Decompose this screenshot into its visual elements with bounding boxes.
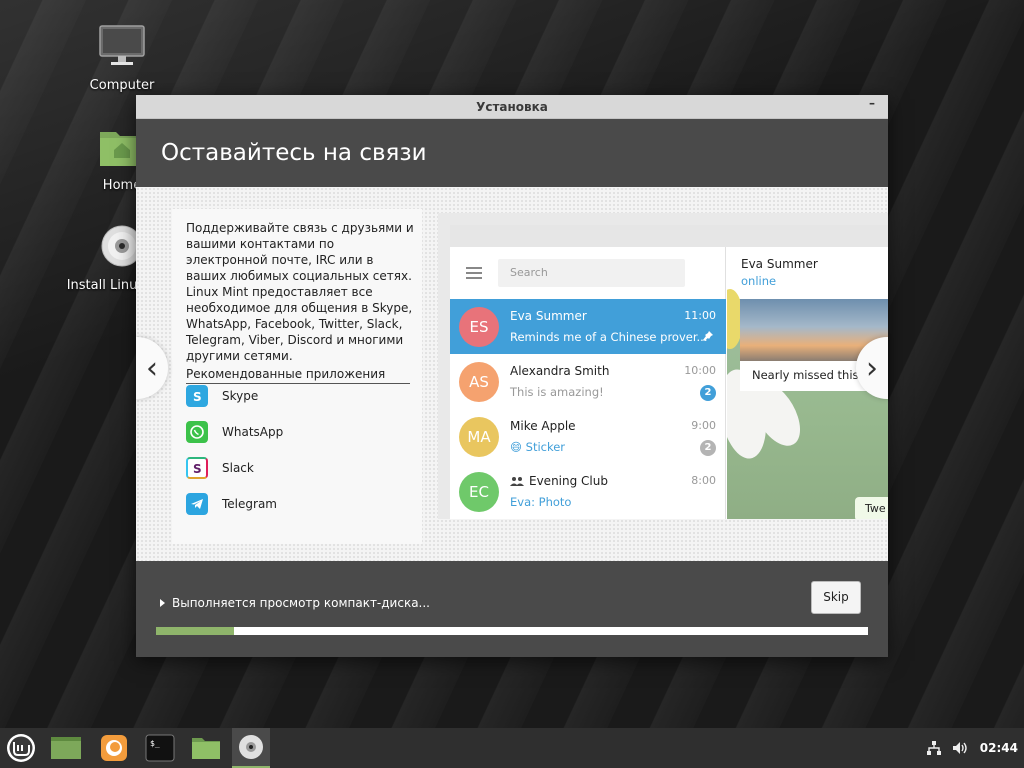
chat-item: AS Alexandra Smith 10:00 This is amazing… bbox=[450, 354, 726, 409]
clock[interactable]: 02:44 bbox=[980, 741, 1018, 755]
info-panel: Поддерживайте связь с друзьями и вашими … bbox=[172, 209, 422, 544]
firefox-icon bbox=[101, 735, 127, 761]
contact-name: Eva Summer bbox=[741, 257, 818, 271]
telegram-chat-list: Search ES Eva Summer 11:00 Reminds me of… bbox=[450, 247, 726, 519]
chat-name: Evening Club bbox=[510, 474, 608, 488]
chat-name-text: Evening Club bbox=[529, 474, 608, 488]
taskbar-files[interactable] bbox=[187, 728, 225, 768]
avatar: MA bbox=[459, 417, 499, 457]
skype-icon: S bbox=[186, 385, 208, 407]
avatar: EC bbox=[459, 472, 499, 512]
chat-time: 9:00 bbox=[691, 419, 716, 432]
taskbar-firefox[interactable] bbox=[95, 728, 133, 768]
previous-slide-button[interactable]: ‹ bbox=[136, 337, 168, 399]
folder-icon bbox=[192, 738, 220, 759]
slide-header: Оставайтесь на связи bbox=[136, 119, 888, 187]
skip-button[interactable]: Skip bbox=[811, 581, 861, 614]
chat-time: 10:00 bbox=[684, 364, 716, 377]
app-item-skype: S Skype bbox=[186, 384, 258, 408]
chat-time: 8:00 bbox=[691, 474, 716, 487]
app-item-slack: S Slack bbox=[186, 456, 254, 480]
telegram-icon bbox=[186, 493, 208, 515]
mint-logo-icon bbox=[7, 734, 35, 762]
progress-bar bbox=[156, 627, 868, 635]
taskbar-show-desktop[interactable] bbox=[46, 728, 86, 768]
app-item-telegram: Telegram bbox=[186, 492, 277, 516]
app-label: Telegram bbox=[222, 497, 277, 511]
avatar: AS bbox=[459, 362, 499, 402]
recommended-apps-title: Рекомендованные приложения bbox=[186, 367, 410, 384]
svg-text:$_: $_ bbox=[150, 739, 160, 748]
chat-name: Eva Summer bbox=[510, 309, 587, 323]
chat-message: Reminds me of a Chinese prover... bbox=[510, 330, 708, 344]
avatar: ES bbox=[459, 307, 499, 347]
chat-message: This is amazing! bbox=[510, 385, 604, 399]
taskbar-terminal[interactable]: $_ bbox=[141, 728, 179, 768]
app-label: WhatsApp bbox=[222, 425, 284, 439]
chat-item: ES Eva Summer 11:00 Reminds me of a Chin… bbox=[450, 299, 726, 354]
terminal-icon: $_ bbox=[145, 734, 175, 762]
svg-text:S: S bbox=[193, 462, 202, 475]
hamburger-menu-icon bbox=[466, 267, 482, 282]
installer-window: Установка – Оставайтесь на связи Поддерж… bbox=[136, 95, 888, 657]
desktop-icon-label: Computer bbox=[89, 78, 155, 93]
message-bubble: Twe bbox=[855, 497, 888, 519]
desktop-icon-computer[interactable]: Computer bbox=[72, 24, 172, 93]
telegram-titlebar bbox=[450, 225, 888, 247]
telegram-screenshot: Search ES Eva Summer 11:00 Reminds me of… bbox=[438, 213, 888, 519]
minimize-button[interactable]: – bbox=[864, 97, 880, 113]
app-label: Skype bbox=[222, 389, 259, 403]
show-desktop-icon bbox=[51, 737, 81, 759]
group-icon bbox=[510, 477, 524, 486]
chat-name: Alexandra Smith bbox=[510, 364, 610, 378]
app-label: Slack bbox=[222, 461, 254, 475]
unread-badge: 2 bbox=[700, 440, 716, 456]
volume-icon[interactable] bbox=[952, 740, 968, 756]
chevron-right-icon: › bbox=[866, 350, 878, 386]
whatsapp-icon bbox=[186, 421, 208, 443]
slack-icon: S bbox=[186, 457, 208, 479]
chat-item: EC Evening Club 8:00 Eva: Photo bbox=[450, 464, 726, 519]
disc-icon bbox=[239, 735, 263, 759]
taskbar: $_ 02:44 bbox=[0, 728, 1024, 768]
svg-text:S: S bbox=[193, 390, 202, 403]
title-bar[interactable]: Установка – bbox=[136, 95, 888, 119]
telegram-search: Search bbox=[498, 259, 685, 287]
conversation-header: Eva Summer online bbox=[727, 247, 888, 299]
unread-badge: 2 bbox=[700, 385, 716, 401]
slide-description: Поддерживайте связь с друзьями и вашими … bbox=[186, 221, 414, 363]
chat-item: MA Mike Apple 9:00 😄 Sticker 2 bbox=[450, 409, 726, 464]
status-expander[interactable]: Выполняется просмотр компакт-диска... bbox=[160, 596, 430, 610]
system-tray: 02:44 bbox=[926, 728, 1024, 768]
chat-wallpaper: Nearly missed this s Twe bbox=[727, 289, 888, 519]
contact-status: online bbox=[741, 274, 777, 288]
chat-message: Eva: Photo bbox=[510, 495, 572, 509]
window-title: Установка bbox=[476, 99, 548, 114]
status-text: Выполняется просмотр компакт-диска... bbox=[172, 596, 430, 610]
chat-name: Mike Apple bbox=[510, 419, 576, 433]
chevron-left-icon: ‹ bbox=[146, 350, 158, 386]
network-icon[interactable] bbox=[926, 740, 942, 756]
chat-time: 11:00 bbox=[684, 309, 716, 322]
slide-title: Оставайтесь на связи bbox=[161, 140, 427, 166]
slide-content: Поддерживайте связь с друзьями и вашими … bbox=[136, 187, 888, 561]
pin-icon bbox=[700, 330, 716, 346]
app-item-whatsapp: WhatsApp bbox=[186, 420, 283, 444]
expand-arrow-icon bbox=[160, 599, 165, 607]
install-footer: Выполняется просмотр компакт-диска... Sk… bbox=[136, 561, 888, 657]
monitor-icon bbox=[72, 24, 172, 72]
progress-fill bbox=[156, 627, 235, 635]
mint-menu-button[interactable] bbox=[2, 728, 40, 768]
chat-message: 😄 Sticker bbox=[510, 440, 566, 454]
telegram-window: Search ES Eva Summer 11:00 Reminds me of… bbox=[450, 225, 888, 519]
taskbar-installer[interactable] bbox=[232, 728, 270, 768]
